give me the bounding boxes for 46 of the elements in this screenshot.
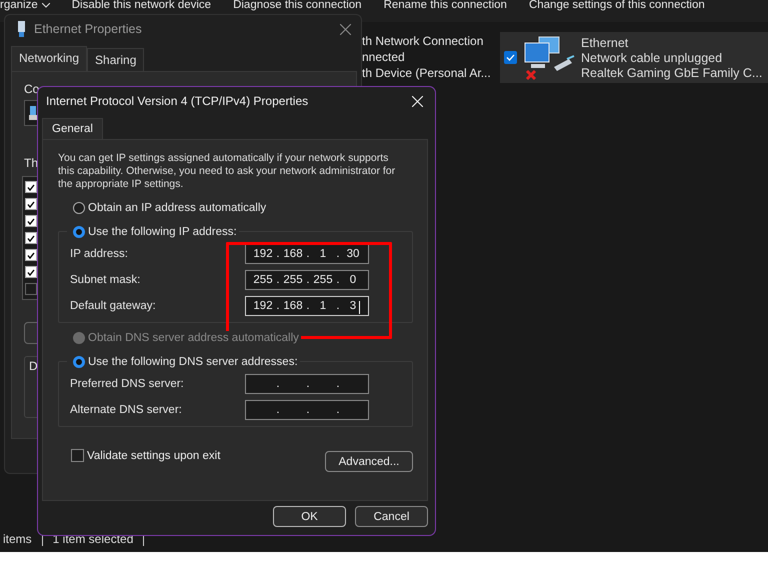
- dialog-button[interactable]: Cancel: [355, 506, 428, 527]
- tab[interactable]: Sharing: [87, 48, 144, 71]
- menu-button[interactable]: rganize: [0, 0, 50, 12]
- tab[interactable]: General: [42, 118, 103, 139]
- connection-text: th Device (Personal Ar...: [362, 66, 490, 81]
- close-icon[interactable]: [340, 24, 351, 34]
- ip-address-field[interactable]: 192 . 168 . 1 . 3: [245, 296, 369, 316]
- checkbox[interactable]: [25, 181, 37, 193]
- checkbox[interactable]: [25, 283, 37, 295]
- checkbox[interactable]: [25, 249, 37, 261]
- toolbar-command[interactable]: Diagnose this connection: [233, 0, 362, 12]
- ip-address-field[interactable]: . . .: [245, 374, 369, 394]
- dialog-title: Internet Protocol Version 4 (TCP/IPv4) Properties: [46, 94, 308, 108]
- device-name: Realtek Gaming GbE Family C...: [581, 66, 762, 80]
- field-label: IP address:: [70, 248, 128, 260]
- ip-address-field[interactable]: . . .: [245, 400, 369, 420]
- checkbox[interactable]: [25, 215, 37, 227]
- intro-text: You can get IP settings assigned automatically if your network supports this capability. Otherwise, you need to ask your network administrator for the appropriate IP settings.: [58, 152, 396, 191]
- adapter-icon: [17, 21, 26, 37]
- connection-text: nnected: [362, 50, 405, 65]
- tab[interactable]: Networking: [11, 46, 88, 71]
- checkbox[interactable]: [504, 51, 517, 64]
- close-icon: [412, 96, 423, 106]
- radio-button[interactable]: Use the following IP address:: [67, 225, 239, 239]
- toolbar-command[interactable]: Disable this network device: [72, 0, 212, 12]
- radio-button[interactable]: Use the following DNS server addresses:: [67, 355, 300, 369]
- ip-address-field[interactable]: 255 . 255 . 255 . 0: [245, 270, 369, 290]
- dialog-button[interactable]: OK: [273, 506, 346, 527]
- checkbox[interactable]: Validate settings upon exit: [71, 449, 220, 462]
- connection-name: Ethernet: [581, 36, 630, 50]
- connection-tile[interactable]: Ethernet Network cable unplugged Realtek Gaming GbE Family C...: [500, 32, 768, 83]
- checkbox[interactable]: [25, 266, 37, 278]
- field-label: Default gateway:: [70, 300, 156, 312]
- window-title: Ethernet Properties: [34, 22, 142, 36]
- network-computers-icon: [523, 34, 575, 80]
- checkbox[interactable]: [25, 232, 37, 244]
- ip-address-field[interactable]: 192 . 168 . 1 . 30: [245, 244, 369, 264]
- toolbar-command[interactable]: Rename this connection: [384, 0, 507, 12]
- connection-status: Network cable unplugged: [581, 50, 724, 64]
- field-label: Subnet mask:: [70, 274, 140, 286]
- advanced-button[interactable]: Advanced...: [325, 451, 413, 472]
- chevron-down-icon: [42, 3, 50, 8]
- network-adapter-icon: [29, 106, 37, 120]
- checkbox[interactable]: [25, 198, 37, 210]
- toolbar-command[interactable]: Change settings of this connection: [528, 0, 705, 12]
- connection-text: th Network Connection: [362, 34, 484, 49]
